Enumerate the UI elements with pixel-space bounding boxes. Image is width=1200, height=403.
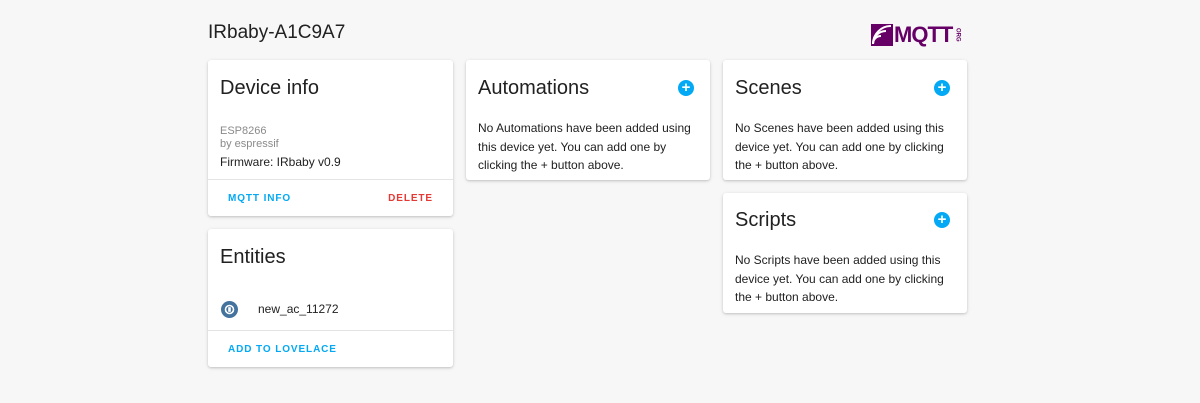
mqtt-signal-icon [871,24,893,46]
add-to-lovelace-button[interactable]: ADD TO LOVELACE [228,344,337,355]
device-model: ESP8266 [220,125,267,137]
scripts-empty-text: No Scripts have been added using this de… [735,253,944,304]
mqtt-logo-text: MQTT [894,22,953,47]
add-scene-button[interactable]: + [934,80,950,96]
mqtt-logo: MQTT ORG [871,23,969,47]
page-title: IRbaby-A1C9A7 [208,22,346,43]
entity-name: new_ac_11272 [258,302,339,316]
scripts-title: Scripts [735,209,797,231]
entities-card: Entities new_ac_11272 ADD TO LOVELACE [208,229,453,367]
divider [208,179,453,180]
delete-button[interactable]: DELETE [388,193,433,204]
mqtt-logo-suffix: ORG [954,28,961,42]
device-firmware: Firmware: IRbaby v0.9 [220,155,341,169]
scenes-title: Scenes [735,77,802,99]
entities-title: Entities [220,246,286,268]
air-conditioner-icon [221,301,238,318]
automations-title: Automations [478,77,590,99]
mqtt-info-button[interactable]: MQTT INFO [228,193,291,204]
scripts-card: Scripts + No Scripts have been added usi… [723,193,967,313]
add-script-button[interactable]: + [934,212,950,228]
divider [208,330,453,331]
device-info-card: Device info ESP8266 by espressif Firmwar… [208,60,453,216]
entity-row[interactable]: new_ac_11272 [208,298,453,322]
add-automation-button[interactable]: + [678,80,694,96]
device-info-title: Device info [220,77,319,99]
device-manufacturer: by espressif [220,138,279,150]
automations-card: Automations + No Automations have been a… [466,60,710,180]
automations-empty-text: No Automations have been added using thi… [478,121,691,172]
scenes-card: Scenes + No Scenes have been added using… [723,60,967,180]
scenes-empty-text: No Scenes have been added using this dev… [735,121,944,172]
